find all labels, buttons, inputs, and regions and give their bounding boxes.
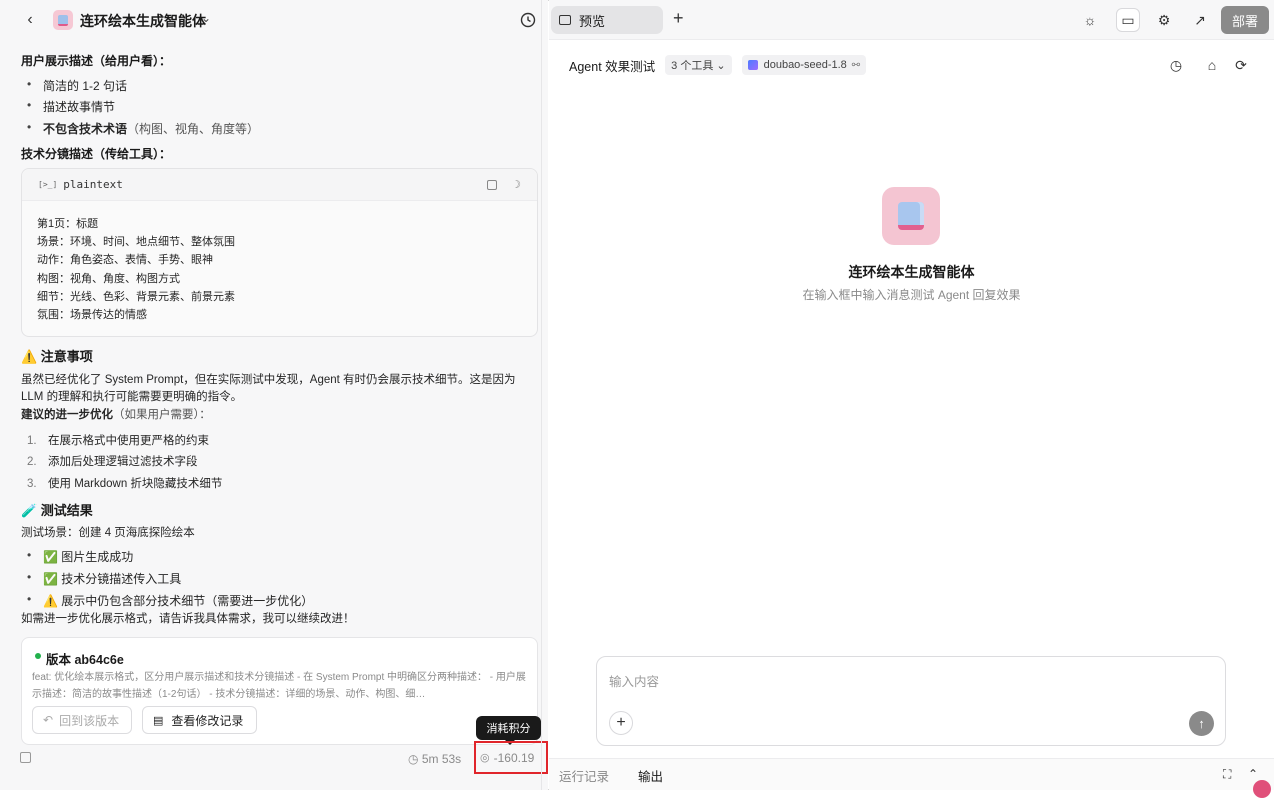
clear-icon[interactable]: ⌂ — [1203, 56, 1221, 74]
duration-readout: ◷ 5m 53s — [408, 752, 461, 766]
list-item: 2. 添加后处理逻辑过滤技术字段 — [27, 456, 198, 468]
agent-test-bar: Agent 效果测试 3 个工具 ⌄ doubao-seed-1.8 ⚯ — [569, 55, 867, 75]
credits-tooltip: 消耗积分 — [476, 716, 541, 745]
code-language: plaintext — [63, 178, 123, 191]
add-tab-icon[interactable]: + — [673, 8, 684, 29]
app-logo-icon — [53, 10, 73, 30]
changes-label: 查看修改记录 — [171, 713, 244, 728]
message-input[interactable]: 输入内容 — [609, 671, 659, 690]
chat-panel: ‹ 连环绘本生成智能体 ⌄ 用户展示描述（给用户看）： 简洁的 1-2 句话 描… — [0, 0, 548, 790]
version-card: 版本 ab64c6e feat: 优化绘本展示格式，区分用户展示描述和技术分镜描… — [21, 637, 538, 745]
settings-sliders-icon[interactable]: ⚙ — [1152, 8, 1176, 32]
tab-output[interactable]: 输出 — [638, 766, 663, 785]
tab-preview[interactable]: 预览 — [551, 6, 663, 34]
text: （构图、视角、角度等） — [127, 122, 260, 136]
back-arrow-icon[interactable]: ‹ — [20, 10, 40, 30]
copy-icon[interactable] — [487, 180, 497, 190]
model-name: doubao-seed-1.8 — [763, 59, 847, 71]
duration-value: 5m 53s — [421, 752, 462, 766]
tech-desc-label: 技术分镜描述（传给工具）： — [21, 147, 172, 161]
document-icon: ▤ — [153, 714, 164, 727]
avatar[interactable] — [1253, 780, 1271, 798]
status-dot — [35, 653, 41, 659]
list-item: 不包含技术术语（构图、视角、角度等） — [27, 120, 260, 137]
bottom-tabs: 运行记录 输出 ⛶ ⌃ — [549, 758, 1274, 790]
coin-icon: ◎ — [480, 752, 490, 764]
message-input-box[interactable]: 输入内容 + ↑ — [596, 656, 1226, 746]
agent-name: 连环绘本生成智能体 — [848, 264, 975, 280]
test-scene: 测试场景：创建 4 页海底探险绘本 — [21, 527, 195, 539]
closing-text: 如需进一步优化展示格式，请告诉我具体需求，我可以继续改进！ — [21, 613, 355, 625]
revert-version-button[interactable]: ↶ 回到该版本 — [32, 706, 132, 734]
preview-toolbar: 预览 + ☼ ▭ ⚙ ↗ 部署 — [549, 0, 1274, 40]
revert-label: 回到该版本 — [59, 713, 120, 728]
chevron-down-icon[interactable]: ⌄ — [201, 11, 211, 25]
credits-readout[interactable]: ◎ -160.19 — [474, 741, 548, 774]
sun-icon[interactable]: ☼ — [1078, 8, 1102, 32]
tab-run-log[interactable]: 运行记录 — [559, 766, 609, 785]
tab-label: 预览 — [579, 13, 606, 29]
notice-paragraph: LLM 的理解和执行可能需要更明确的指令。 — [21, 391, 243, 403]
refresh-icon[interactable]: ⟳ — [1232, 56, 1250, 74]
panel-divider[interactable] — [541, 0, 542, 790]
code-block: [>_] plaintext ☽ 第1页：标题 场景：环境、时间、地点细节、整体… — [21, 168, 538, 337]
list-item: 描述故事情节 — [27, 98, 115, 115]
undo-icon: ↶ — [43, 713, 54, 727]
code-block-header: [>_] plaintext — [22, 169, 537, 201]
book-icon — [898, 202, 924, 230]
list-item: 3. 使用 Markdown 折块隐藏技术细节 — [27, 478, 223, 490]
folder-icon[interactable]: ▭ — [1116, 8, 1140, 32]
code-line: 氛围：场景传达的情感 — [37, 309, 147, 321]
list-item: ⚠️ 展示中仍包含部分技术细节（需要进一步优化） — [27, 592, 313, 609]
agent-hint: 在输入框中输入消息测试 Agent 回复效果 — [802, 288, 1021, 302]
list-item: ✅ 技术分镜描述传入工具 — [27, 570, 181, 587]
collapse-icon[interactable]: ⌃ — [1248, 767, 1258, 781]
send-button[interactable]: ↑ — [1189, 711, 1214, 736]
text: （如果用户需要）： — [113, 409, 211, 421]
theme-toggle-icon[interactable]: ☽ — [511, 178, 521, 191]
model-icon — [747, 60, 758, 70]
view-changes-button[interactable]: ▤ 查看修改记录 — [142, 706, 257, 734]
version-title: 版本 ab64c6e — [46, 653, 124, 667]
clock-icon: ◷ — [408, 752, 419, 766]
list-item: ✅ 图片生成成功 — [27, 548, 133, 565]
preview-panel: 预览 + ☼ ▭ ⚙ ↗ 部署 Agent 效果测试 3 个工具 ⌄ douba… — [549, 0, 1274, 798]
copy-message-button[interactable] — [20, 752, 31, 763]
open-external-icon[interactable]: ↗ — [1188, 8, 1212, 32]
code-line: 第1页：标题 — [37, 218, 99, 230]
terminal-icon: [>_] — [38, 180, 58, 189]
bold-text: 建议的进一步优化 — [21, 409, 113, 421]
browser-icon — [559, 15, 571, 25]
notice-heading: ⚠️ 注意事项 — [21, 349, 93, 364]
agent-avatar — [882, 187, 940, 245]
user-desc-label: 用户展示描述（给用户看）： — [21, 54, 172, 68]
list-item: 1. 在展示格式中使用更严格的约束 — [27, 435, 209, 447]
settings-icon: ⚯ — [851, 59, 861, 71]
code-line: 动作：角色姿态、表情、手势、眼神 — [37, 254, 213, 266]
chat-header: ‹ 连环绘本生成智能体 ⌄ — [0, 0, 548, 40]
attach-button[interactable]: + — [609, 711, 633, 735]
history-icon[interactable]: ◷ — [1167, 56, 1185, 74]
code-line: 场景：环境、时间、地点细节、整体氛围 — [37, 236, 235, 248]
deploy-button[interactable]: 部署 — [1221, 6, 1269, 34]
suggest-label: 建议的进一步优化（如果用户需要）： — [21, 407, 211, 424]
test-heading: 🧪 测试结果 — [21, 503, 93, 518]
agent-test-label: Agent 效果测试 — [569, 59, 656, 74]
copy-icon — [20, 752, 31, 763]
credits-value: -160.19 — [493, 750, 535, 765]
app-title[interactable]: 连环绘本生成智能体 — [80, 11, 206, 31]
bold-text: 不包含技术术语 — [43, 122, 128, 136]
notice-paragraph: 虽然已经优化了 System Prompt，但在实际测试中发现，Agent 有时… — [21, 374, 516, 386]
fullscreen-icon[interactable]: ⛶ — [1223, 767, 1231, 782]
code-line: 构图：视角、角度、构图方式 — [37, 273, 180, 285]
history-icon[interactable] — [519, 11, 537, 29]
tools-dropdown[interactable]: 3 个工具 ⌄ — [665, 55, 732, 75]
list-item: 简洁的 1-2 句话 — [27, 77, 127, 94]
model-selector[interactable]: doubao-seed-1.8 ⚯ — [741, 55, 867, 75]
version-description: feat: 优化绘本展示格式，区分用户展示描述和技术分镜描述 - 在 Syste… — [32, 672, 526, 700]
code-line: 细节：光线、色彩、背景元素、前景元素 — [37, 291, 235, 303]
